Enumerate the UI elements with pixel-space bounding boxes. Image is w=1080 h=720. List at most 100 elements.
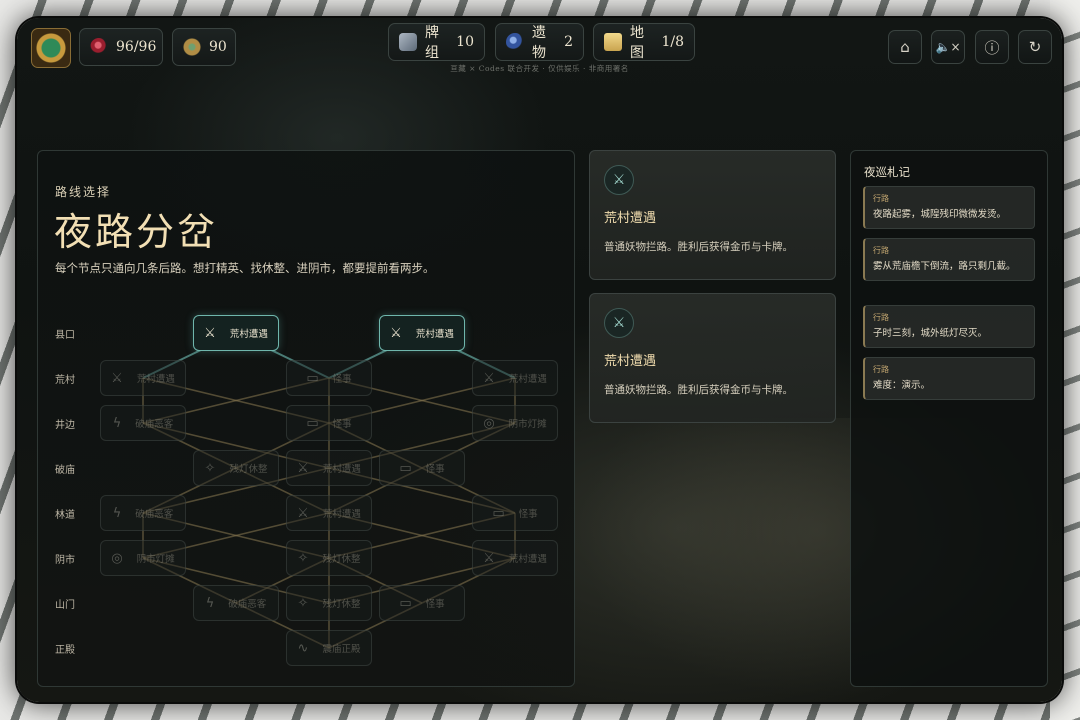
crossed-swords-icon: ⚔	[483, 550, 495, 566]
heart-gem-icon	[90, 38, 108, 56]
relic-icon	[506, 33, 524, 51]
map-progress: 1/8	[661, 34, 684, 50]
route-node[interactable]: ⚔ 荒村遭遇	[379, 315, 465, 351]
route-node: ◎ 阴市灯摊	[472, 405, 558, 441]
node-label: 破庙恶客	[135, 419, 174, 430]
mute-button[interactable]: 🔈×	[931, 30, 965, 64]
row-label: 正殿	[55, 645, 75, 656]
crossed-swords-icon: ⚔	[204, 325, 216, 341]
node-label: 怪事	[425, 599, 445, 610]
node-label: 残灯休整	[322, 554, 361, 565]
card-description: 普通妖物拦路。胜利后获得金币与卡牌。	[604, 384, 793, 396]
node-label: 阴市灯摊	[136, 554, 175, 565]
route-node: ⚔ 荒村遭遇	[286, 495, 372, 531]
coin-icon: ◎	[111, 550, 123, 566]
scroll-icon	[604, 33, 622, 51]
crossed-swords-icon: ⚔	[483, 370, 495, 386]
book-icon: ▭	[306, 370, 319, 386]
restart-button[interactable]: ↻	[1018, 30, 1052, 64]
deck-label: 牌组	[425, 25, 439, 61]
relics-count: 2	[564, 34, 573, 50]
row-label: 井边	[55, 420, 75, 431]
route-node: ✧ 残灯休整	[286, 585, 372, 621]
deck-count: 10	[456, 34, 474, 50]
book-icon: ▭	[399, 595, 412, 611]
node-label: 怪事	[425, 464, 445, 475]
entry-tag: 行路	[873, 246, 889, 255]
entry-tag: 行路	[873, 313, 889, 322]
lightning-icon: ϟ	[112, 415, 122, 431]
node-label: 荒村遭遇	[508, 374, 547, 385]
route-node: ▭ 怪事	[472, 495, 558, 531]
hp-chip: 96/96	[79, 28, 163, 66]
node-label: 残灯休整	[322, 599, 361, 610]
route-node: ▭ 怪事	[286, 360, 372, 396]
route-node: ▭ 怪事	[379, 450, 465, 486]
node-label: 荒村遭遇	[136, 374, 175, 385]
sparkle-icon: ✧	[297, 595, 309, 611]
crossed-swords-icon: ⚔	[604, 165, 634, 195]
row-label: 破庙	[55, 465, 75, 476]
entry-text: 雾从荒庙檐下倒流，路只剩几截。	[873, 261, 1016, 272]
top-bar: 96/96 90 牌组 10 遗物 2 地图 1/8 亘藏 × Codes 联合…	[17, 18, 1062, 78]
route-node: ⚔ 荒村遭遇	[472, 360, 558, 396]
gold-chip: 90	[172, 28, 236, 66]
route-node: ✧ 残灯休整	[286, 540, 372, 576]
map-button[interactable]: 地图 1/8	[593, 23, 695, 61]
journal-panel: 夜巡札记 行路 夜路起雾，城隍残印微微发烫。 行路 雾从荒庙檐下倒流，路只剩几截…	[850, 150, 1048, 687]
lightning-icon: ϟ	[112, 505, 122, 521]
credit-text: 亘藏 × Codes 联合开发 · 仅供娱乐 · 非商用署名	[450, 64, 629, 73]
gold-value: 90	[209, 39, 227, 55]
route-node: ✧ 残灯休整	[193, 450, 279, 486]
route-panel: 路线选择 夜路分岔 每个节点只通向几条后路。想打精英、找休整、进阴市，都要提前看…	[37, 150, 575, 687]
home-button[interactable]: ⌂	[888, 30, 922, 64]
map-label: 地图	[630, 25, 644, 61]
entry-text: 子时三刻，城外纸灯尽灭。	[873, 328, 988, 339]
sparkle-icon: ✧	[297, 550, 309, 566]
route-node: ⚔ 荒村遭遇	[286, 450, 372, 486]
row-label: 县口	[55, 330, 75, 341]
node-label: 破庙恶客	[135, 509, 174, 520]
card-description: 普通妖物拦路。胜利后获得金币与卡牌。	[604, 241, 793, 253]
row-label: 荒村	[55, 375, 75, 386]
wave-icon: ∿	[297, 640, 309, 656]
route-node: ▭ 怪事	[379, 585, 465, 621]
route-node: ϟ 破庙恶客	[100, 495, 186, 531]
card-title: 荒村遭遇	[604, 211, 657, 226]
game-window: 96/96 90 牌组 10 遗物 2 地图 1/8 亘藏 × Codes 联合…	[17, 18, 1062, 702]
node-label: 荒村遭遇	[415, 329, 454, 340]
node-label: 荒村遭遇	[322, 464, 361, 475]
journal-title: 夜巡札记	[864, 165, 910, 179]
entry-tag: 行路	[873, 194, 889, 203]
entry-text: 难度：演示。	[873, 380, 931, 391]
node-label: 荒村遭遇	[322, 509, 361, 520]
lightning-icon: ϟ	[205, 595, 215, 611]
deck-button[interactable]: 牌组 10	[388, 23, 485, 61]
route-node: ▭ 怪事	[286, 405, 372, 441]
route-node: ϟ 破庙恶客	[193, 585, 279, 621]
route-node: ∿ 震庙正殿	[286, 630, 372, 666]
row-label: 阴市	[55, 555, 75, 566]
info-icon: ⓘ	[984, 38, 1000, 57]
relics-button[interactable]: 遗物 2	[495, 23, 584, 61]
mute-icon: 🔈×	[935, 40, 961, 54]
coin-icon: ◎	[483, 415, 495, 431]
route-node[interactable]: ⚔ 荒村遭遇	[193, 315, 279, 351]
crossed-swords-icon: ⚔	[390, 325, 402, 341]
book-icon: ▭	[306, 415, 319, 431]
relics-label: 遗物	[532, 25, 546, 61]
node-label: 荒村遭遇	[508, 554, 547, 565]
entry-text: 夜路起雾，城隍残印微微发烫。	[873, 209, 1007, 220]
encounter-card[interactable]: ⚔ 荒村遭遇 普通妖物拦路。胜利后获得金币与卡牌。	[589, 293, 836, 423]
route-node: ϟ 破庙恶客	[100, 405, 186, 441]
info-button[interactable]: ⓘ	[975, 30, 1009, 64]
encounter-card[interactable]: ⚔ 荒村遭遇 普通妖物拦路。胜利后获得金币与卡牌。	[589, 150, 836, 280]
node-label: 怪事	[332, 374, 352, 385]
card-title: 荒村遭遇	[604, 354, 657, 369]
crossed-swords-icon: ⚔	[604, 308, 634, 338]
deck-icon	[399, 33, 417, 51]
journal-entry: 行路 子时三刻，城外纸灯尽灭。	[863, 305, 1035, 348]
emblem-icon[interactable]	[31, 28, 71, 68]
node-label: 破庙恶客	[228, 599, 267, 610]
book-icon: ▭	[492, 505, 505, 521]
